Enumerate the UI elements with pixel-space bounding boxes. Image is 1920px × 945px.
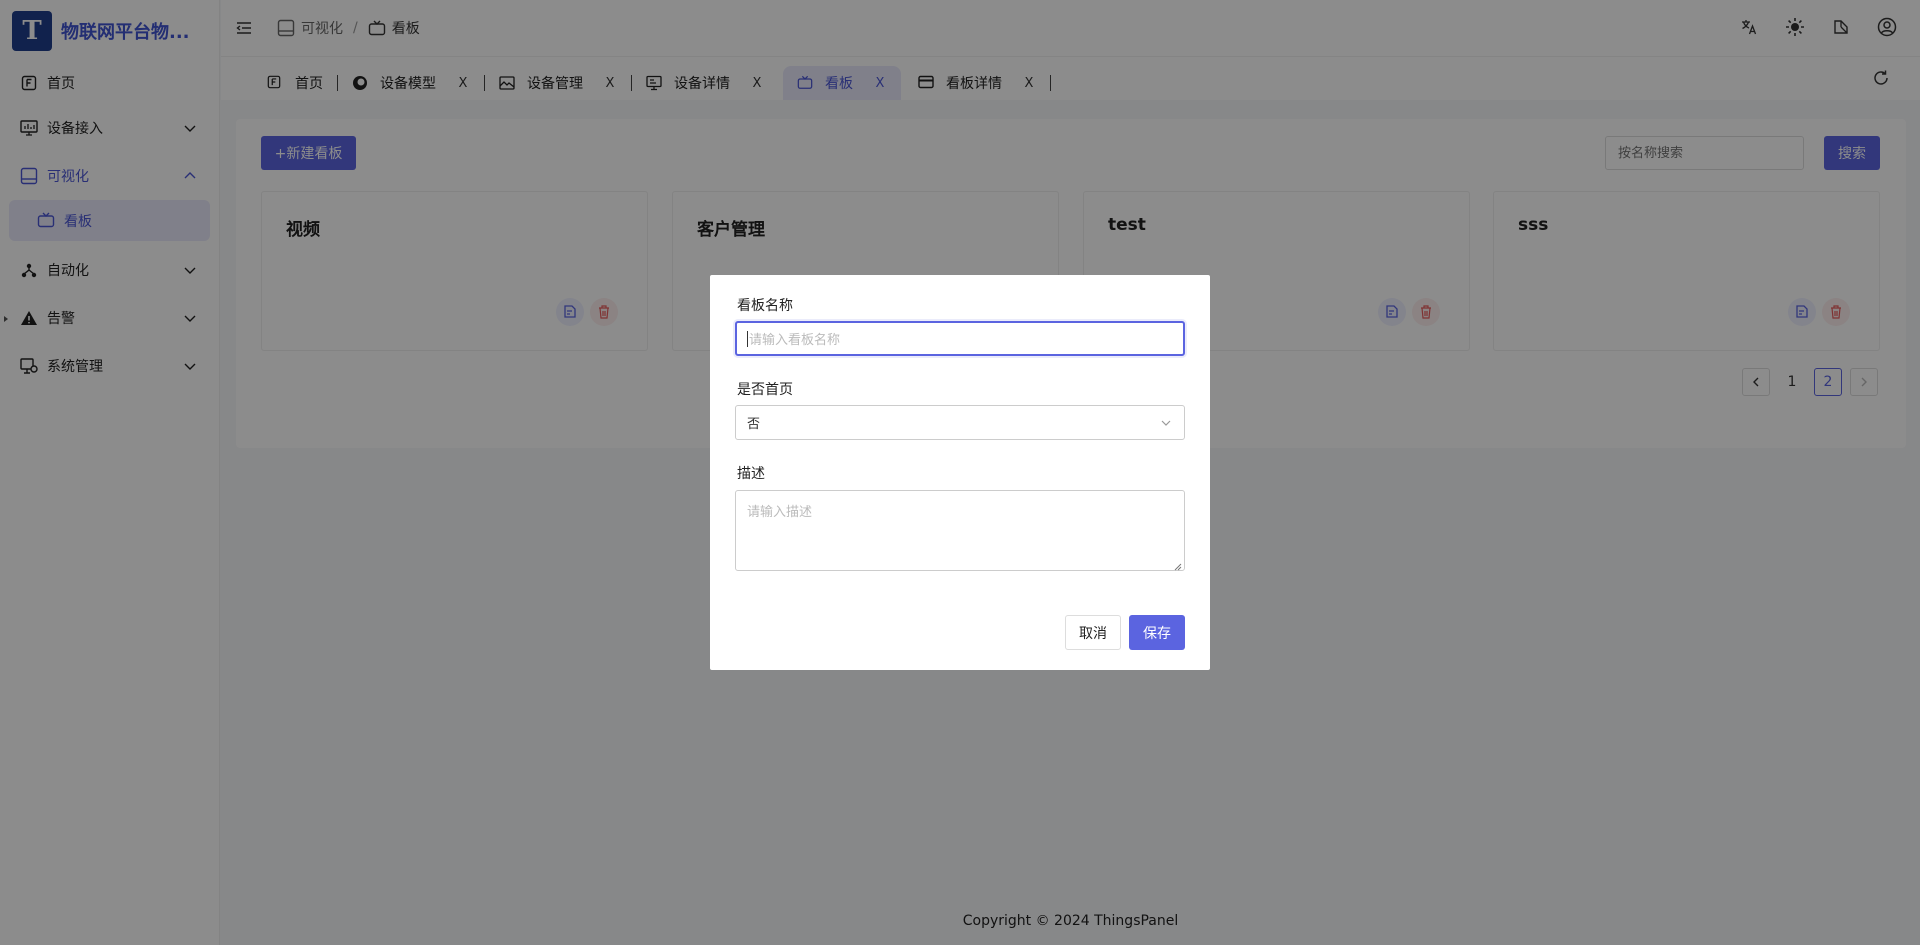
is-home-label: 是否首页 <box>737 382 793 398</box>
resize-handle-icon[interactable] <box>1174 560 1182 571</box>
description-textarea[interactable]: 请输入描述 <box>735 490 1185 571</box>
save-button[interactable]: 保存 <box>1129 615 1185 650</box>
description-placeholder: 请输入描述 <box>747 505 813 520</box>
chevron-down-icon <box>1160 417 1172 429</box>
create-board-dialog: 看板名称 请输入看板名称 是否首页 否 描述 请输入描述 取消 保存 <box>710 275 1210 670</box>
is-home-select[interactable]: 否 <box>735 405 1185 440</box>
board-name-placeholder: 请输入看板名称 <box>749 333 841 348</box>
description-label: 描述 <box>737 466 765 482</box>
cancel-button[interactable]: 取消 <box>1065 615 1121 650</box>
board-name-label: 看板名称 <box>737 298 793 314</box>
text-caret <box>747 330 748 347</box>
board-name-input[interactable]: 请输入看板名称 <box>735 321 1185 356</box>
is-home-value: 否 <box>747 417 761 432</box>
